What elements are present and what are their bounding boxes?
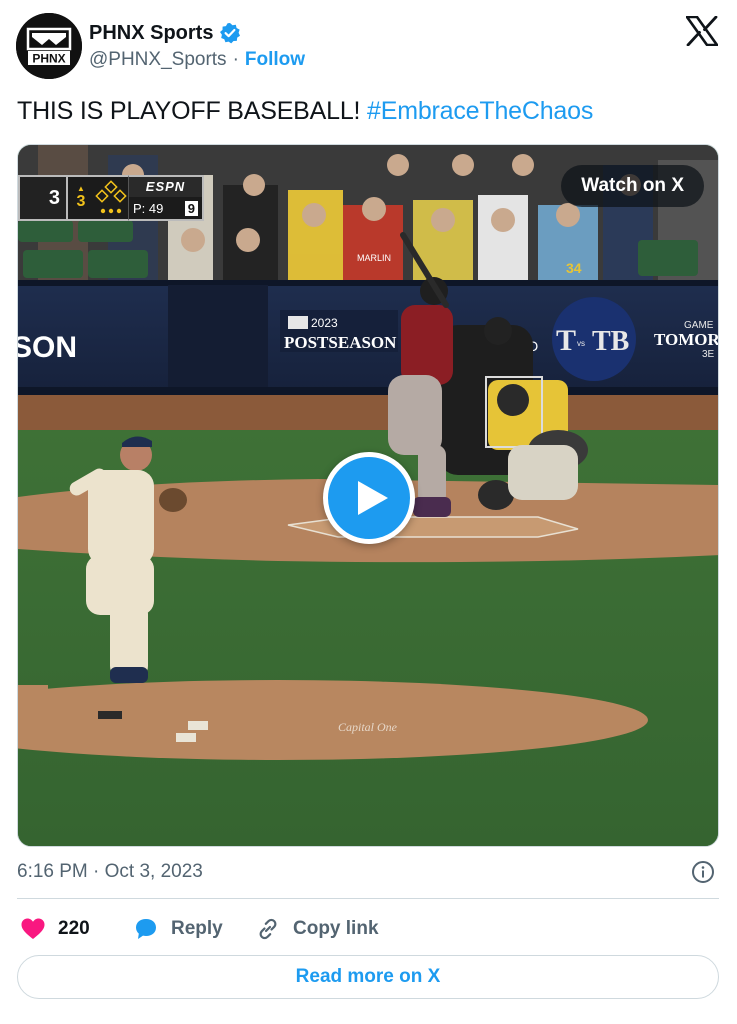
postseason-label: POSTSEASON [284, 333, 397, 352]
verified-badge-icon [220, 23, 241, 44]
link-icon [259, 918, 277, 940]
reply-label: Reply [171, 918, 223, 939]
play-icon [358, 481, 388, 515]
pitch-label: P: 49 [133, 200, 164, 216]
author-avatar[interactable]: PHNX [16, 13, 82, 79]
author-handle-row: @PHNX_Sports · Follow [89, 49, 305, 71]
banner-tomorrow: TOMOR [654, 330, 719, 349]
hashtag-link[interactable]: #EmbraceTheChaos [367, 97, 593, 125]
handle-separator: · [232, 49, 239, 70]
author-display-name[interactable]: PHNX Sports [89, 22, 213, 45]
tweet-text: THIS IS PLAYOFF BASEBALL! #EmbraceTheCha… [17, 97, 593, 126]
copy-link-button[interactable]: Copy link [255, 914, 379, 944]
author-name-row: PHNX Sports [89, 20, 241, 46]
video-player[interactable]: MARLIN 34 SON 2023 POSTSEASON RD T vs TB… [17, 144, 719, 847]
x-logo-icon[interactable] [686, 16, 718, 46]
copy-link-label: Copy link [293, 918, 379, 939]
divider [17, 898, 719, 899]
phnx-logo-icon: PHNX [16, 13, 82, 79]
watch-on-x-button[interactable]: Watch on X [561, 165, 704, 207]
fan-jersey-number: 34 [566, 260, 582, 276]
banner-time: 3E [702, 349, 715, 360]
like-button[interactable]: 220 [20, 914, 90, 944]
pitch-count-row: P: 49 9 [129, 197, 202, 219]
scoreboard-overlay: 3 ▲ 3 ESPN P: 49 9 [18, 175, 204, 221]
fan-jersey-text: MARLIN [357, 253, 391, 263]
reply-bubble-icon [136, 919, 156, 939]
tweet-body: THIS IS PLAYOFF BASEBALL! [17, 97, 361, 125]
scoreboard-right-panel: ESPN P: 49 9 [128, 175, 204, 221]
matchup-vs: vs [577, 339, 585, 348]
pitch-count: 9 [184, 200, 198, 216]
info-icon[interactable] [691, 860, 715, 884]
matchup-right: TB [592, 326, 629, 357]
bases-diamond-icon [94, 175, 128, 221]
mound-logo: Capital One [338, 720, 398, 734]
like-count: 220 [58, 918, 90, 939]
network-logo: ESPN [129, 177, 202, 197]
postseason-year: 2023 [311, 316, 338, 330]
follow-button[interactable]: Follow [245, 49, 305, 71]
avatar-text: PHNX [32, 52, 65, 66]
author-handle[interactable]: @PHNX_Sports [89, 49, 227, 71]
banner-left: SON [18, 331, 77, 364]
scoreboard-inning: ▲ 3 [68, 175, 94, 221]
tweet-embed-card: PHNX PHNX Sports @PHNX_Sports · Follow T… [0, 0, 737, 1024]
play-button[interactable] [323, 452, 415, 544]
scoreboard-team-score: 3 [18, 175, 68, 221]
read-more-button[interactable]: Read more on X [17, 955, 719, 999]
scoreboard-inning-number: 3 [76, 193, 86, 210]
reply-button[interactable]: Reply [133, 914, 223, 944]
matchup-left: T [556, 324, 576, 357]
tweet-timestamp[interactable]: 6:16 PM · Oct 3, 2023 [17, 861, 203, 883]
heart-icon [21, 918, 45, 939]
